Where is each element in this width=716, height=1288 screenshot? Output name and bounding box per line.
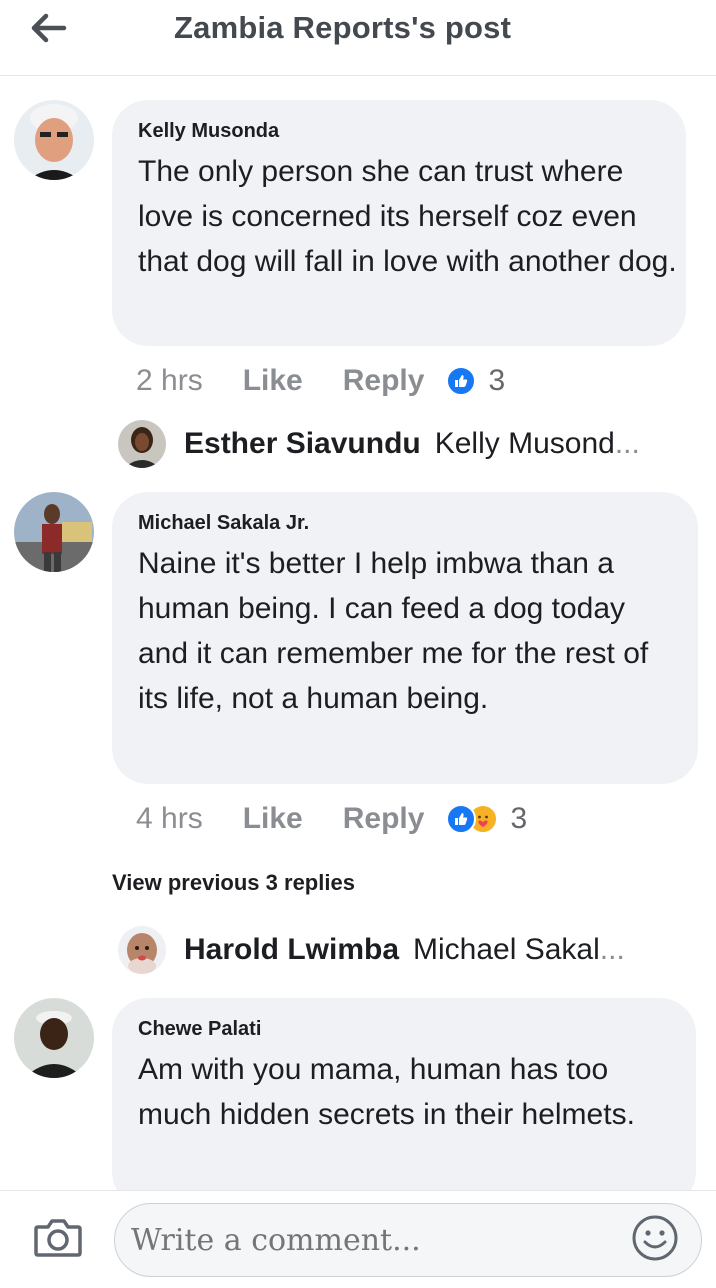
- reply-preview[interactable]: Harold Lwimba Michael Sakal...: [118, 926, 625, 974]
- back-button[interactable]: [24, 8, 72, 48]
- page-title: Zambia Reports's post: [174, 10, 512, 45]
- emoji-button[interactable]: [630, 1213, 680, 1263]
- reaction-summary[interactable]: 3: [446, 364, 505, 398]
- comment-author[interactable]: Chewe Palati: [138, 1018, 672, 1041]
- comment-text: The only person she can trust where love…: [138, 155, 677, 278]
- back-arrow-icon: [31, 13, 67, 43]
- reaction-summary[interactable]: 3: [446, 802, 527, 836]
- comment-author[interactable]: Michael Sakala Jr.: [138, 512, 674, 535]
- avatar-michael-sakala[interactable]: [14, 492, 94, 572]
- like-button[interactable]: Like: [243, 364, 303, 398]
- comment-text: Am with you mama, human has too much hid…: [138, 1053, 635, 1131]
- comment-bubble: Kelly Musonda The only person she can tr…: [112, 100, 686, 346]
- comment-composer: [0, 1190, 716, 1288]
- reply-snippet: Kelly Musond...: [434, 427, 640, 460]
- like-reaction-icon: [446, 366, 477, 396]
- reply-button[interactable]: Reply: [343, 802, 425, 836]
- like-button[interactable]: Like: [243, 802, 303, 836]
- comment-author[interactable]: Kelly Musonda: [138, 120, 662, 143]
- reply-snippet: Michael Sakal...: [413, 933, 625, 966]
- comment-text: Naine it's better I help imbwa than a hu…: [138, 547, 649, 715]
- reaction-count: 3: [488, 364, 506, 397]
- comment-actions: 4 hrs Like Reply 3: [136, 802, 527, 836]
- camera-button[interactable]: [32, 1213, 84, 1261]
- reply-preview[interactable]: Esther Siavundu Kelly Musond...: [118, 420, 640, 468]
- reply-author: Harold Lwimba: [184, 933, 400, 966]
- reply-author: Esther Siavundu: [184, 427, 421, 460]
- avatar-esther-siavundu: [118, 420, 166, 468]
- camera-icon: [34, 1219, 82, 1257]
- comment-input[interactable]: [114, 1203, 702, 1277]
- reaction-count: 3: [510, 802, 528, 835]
- avatar-chewe-palati[interactable]: [14, 998, 94, 1078]
- comment-bubble: Michael Sakala Jr. Naine it's better I h…: [112, 492, 698, 784]
- top-bar: Zambia Reports's post: [0, 0, 716, 76]
- avatar-kelly-musonda[interactable]: [14, 100, 94, 180]
- comment-time[interactable]: 4 hrs: [136, 802, 203, 836]
- avatar-harold-lwimba: [118, 926, 166, 974]
- smiley-icon: [632, 1215, 678, 1261]
- view-previous-replies[interactable]: View previous 3 replies: [112, 870, 355, 896]
- reply-button[interactable]: Reply: [343, 364, 425, 398]
- comment-time[interactable]: 2 hrs: [136, 364, 203, 398]
- comment-bubble: Chewe Palati Am with you mama, human has…: [112, 998, 696, 1208]
- comment-actions: 2 hrs Like Reply 3: [136, 364, 505, 398]
